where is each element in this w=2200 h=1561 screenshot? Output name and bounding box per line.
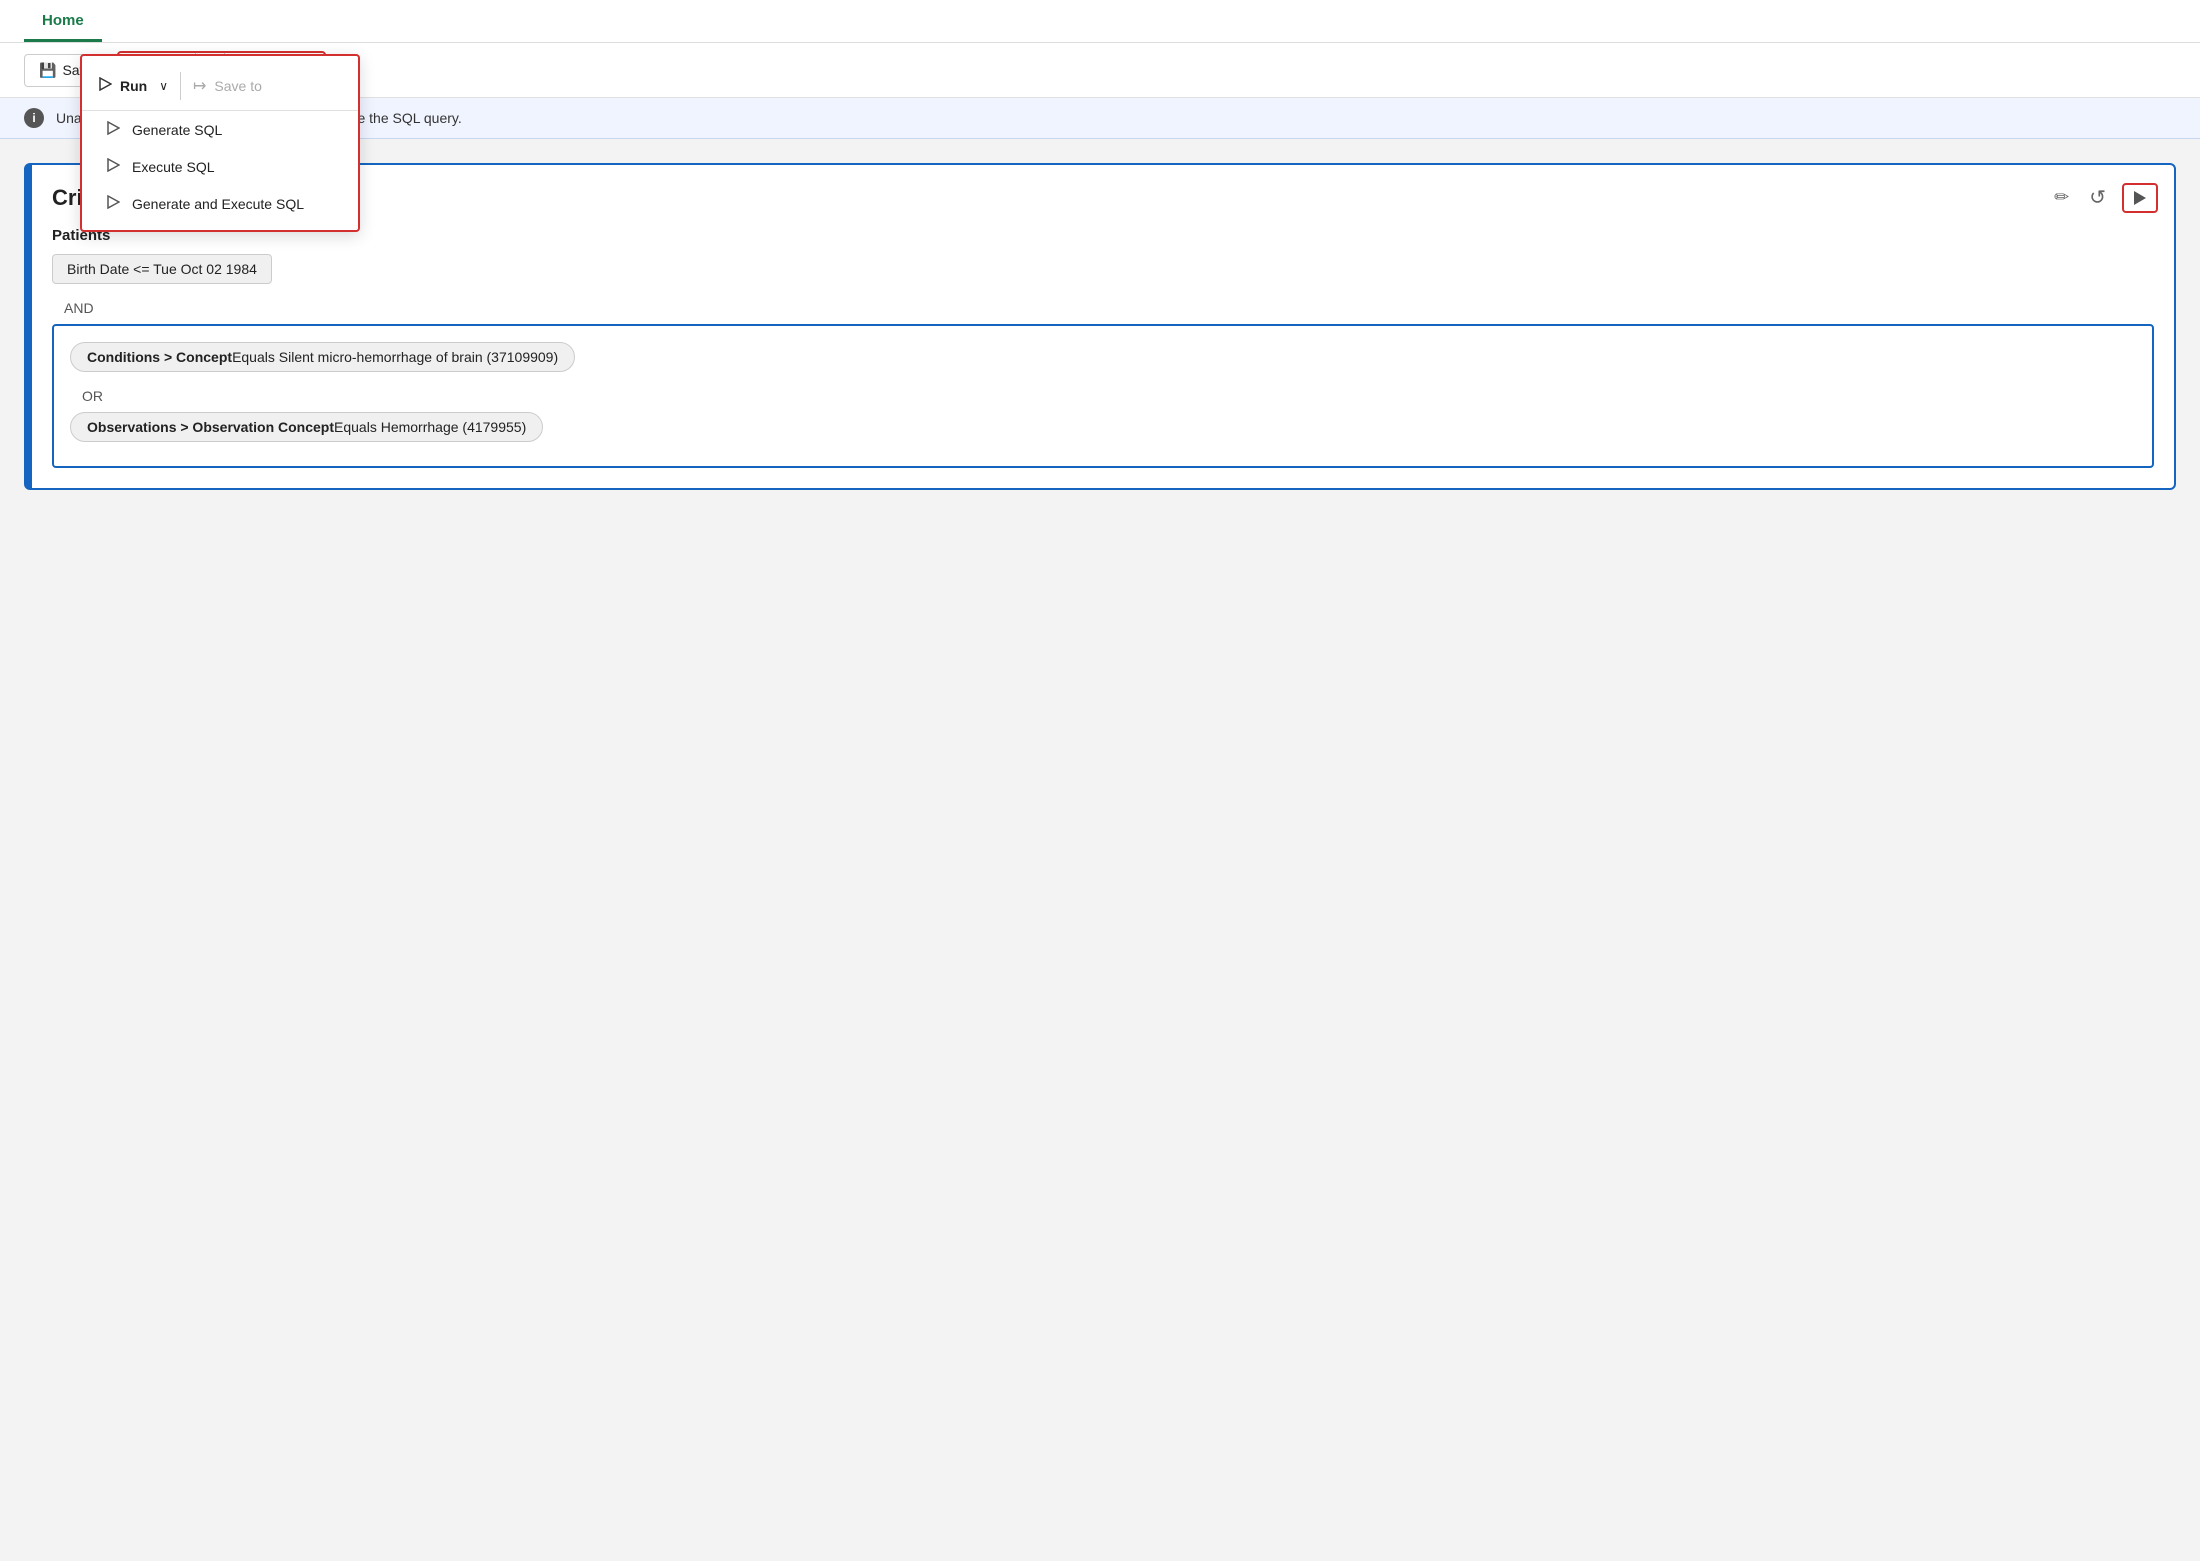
birth-date-tag[interactable]: Birth Date <= Tue Oct 02 1984 bbox=[52, 254, 272, 284]
panel-play-icon bbox=[2134, 191, 2146, 205]
execute-sql-label: Execute SQL bbox=[132, 159, 215, 175]
execute-sql-play-icon bbox=[106, 158, 120, 175]
conditions-tag-bold: Conditions > Concept bbox=[87, 349, 232, 365]
nested-criteria-group: Conditions > Concept Equals Silent micro… bbox=[52, 324, 2154, 468]
observations-tag-bold: Observations > Observation Concept bbox=[87, 419, 334, 435]
dropdown-run-label: Run bbox=[120, 78, 147, 94]
dropdown-run-play-icon bbox=[98, 77, 112, 95]
dropdown-item-generate-sql[interactable]: Generate SQL bbox=[82, 111, 358, 148]
edit-button[interactable]: ✏ bbox=[2050, 183, 2073, 212]
tab-bar: Home bbox=[0, 0, 2200, 43]
generate-sql-label: Generate SQL bbox=[132, 122, 222, 138]
toolbar: 💾 Save Run ∨ ↦ Save to bbox=[0, 43, 2200, 98]
generate-sql-play-icon bbox=[106, 121, 120, 138]
run-dropdown-menu: Run ∨ ↦ Save to Generate SQL Execute SQL bbox=[80, 54, 360, 232]
or-label: OR bbox=[82, 388, 2136, 404]
tab-home[interactable]: Home bbox=[24, 0, 102, 42]
pencil-icon: ✏ bbox=[2054, 187, 2069, 207]
generate-execute-sql-play-icon bbox=[106, 195, 120, 212]
dropdown-item-generate-execute-sql[interactable]: Generate and Execute SQL bbox=[82, 185, 358, 222]
dropdown-save-to-label: Save to bbox=[214, 78, 261, 94]
save-icon: 💾 bbox=[39, 62, 56, 79]
patients-section-label: Patients bbox=[52, 227, 2154, 244]
dropdown-header: Run ∨ ↦ Save to bbox=[82, 64, 358, 111]
generate-execute-sql-label: Generate and Execute SQL bbox=[132, 196, 304, 212]
dropdown-chevron-icon: ∨ bbox=[159, 79, 168, 93]
criteria-title: Crite bbox=[52, 185, 2154, 211]
dropdown-save-to-arrow-icon: ↦ bbox=[193, 76, 206, 96]
birth-date-tag-text: Birth Date <= Tue Oct 02 1984 bbox=[67, 261, 257, 277]
and-label: AND bbox=[64, 300, 2154, 316]
conditions-tag-text: Equals Silent micro-hemorrhage of brain … bbox=[232, 349, 558, 365]
observations-tag[interactable]: Observations > Observation Concept Equal… bbox=[70, 412, 543, 442]
undo-button[interactable]: ↺ bbox=[2085, 181, 2110, 214]
info-icon: i bbox=[24, 108, 44, 128]
dropdown-item-execute-sql[interactable]: Execute SQL bbox=[82, 148, 358, 185]
panel-toolbar: ✏ ↺ bbox=[2050, 181, 2158, 214]
undo-icon: ↺ bbox=[2089, 187, 2106, 209]
observations-tag-text: Equals Hemorrhage (4179955) bbox=[334, 419, 526, 435]
conditions-tag[interactable]: Conditions > Concept Equals Silent micro… bbox=[70, 342, 575, 372]
panel-run-button[interactable] bbox=[2122, 183, 2158, 213]
dropdown-divider bbox=[180, 72, 181, 100]
